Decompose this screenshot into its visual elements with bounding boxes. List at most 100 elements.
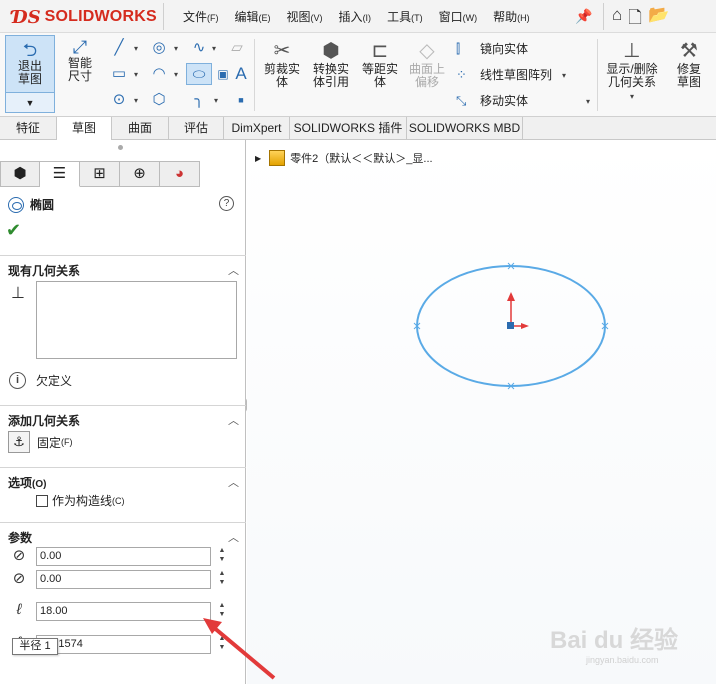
text-icon[interactable]: A [228, 63, 254, 85]
help-icon[interactable]: ? [219, 196, 234, 211]
center-y-icon: ⊘ [12, 570, 26, 587]
plane-icon[interactable]: ▱ [224, 37, 250, 59]
center-x-input[interactable] [36, 546, 211, 566]
status-row: i 欠定义 [9, 372, 72, 389]
center-y-input[interactable] [36, 569, 211, 589]
trim-icon: ✂ [273, 40, 291, 62]
solidworks-logo[interactable]: ƊS SOLIDWORKS [12, 6, 157, 28]
chevron-down-icon[interactable]: ▼ [6, 92, 54, 112]
pin-icon[interactable]: 📌 [575, 8, 592, 25]
spinner-icon[interactable]: ▲ ▼ [216, 546, 228, 564]
display-relations-button[interactable]: ⊥ 显示/删除几何关系 ▾ [603, 39, 661, 103]
sketch-canvas[interactable] [247, 140, 716, 684]
display-manager-tab[interactable]: ◕ [160, 161, 200, 187]
radius2-input[interactable] [36, 634, 211, 654]
title-bar: ƊS SOLIDWORKS 文件(F) 编辑(E) 视图(V) 插入(I) 工具… [0, 0, 716, 33]
mirror-icon: ⫿ [456, 40, 461, 56]
menu-help[interactable]: 帮助(H) [485, 8, 538, 25]
menu-edit[interactable]: 编辑(E) [227, 8, 279, 25]
menu-bar: 文件(F) 编辑(E) 视图(V) 插入(I) 工具(T) 窗口(W) 帮助(H… [175, 0, 538, 33]
repair-sketch-button[interactable]: ⚒ 修复草图 [665, 39, 713, 89]
chevron-down-icon[interactable]: ▾ [134, 96, 138, 105]
polygon-icon[interactable]: ⬡ [146, 89, 172, 111]
chevron-down-icon[interactable]: ▾ [134, 44, 138, 53]
tab-evaluate[interactable]: 评估 [169, 117, 224, 140]
smart-dimension-button[interactable]: ⤢ 智能尺寸 [58, 37, 102, 83]
menu-insert[interactable]: 插入(I) [331, 8, 380, 25]
tab-mbd[interactable]: SOLIDWORKS MBD [407, 117, 523, 140]
offset-on-surface-button[interactable]: ◇ 曲面上偏移 [403, 39, 451, 89]
menu-file[interactable]: 文件(F) [175, 8, 227, 25]
trim-entities-button[interactable]: ✂ 剪裁实体 [258, 39, 306, 89]
tab-surfaces[interactable]: 曲面 [112, 117, 169, 140]
line-icon[interactable]: ╱ [106, 37, 132, 59]
divider [597, 39, 598, 111]
chevron-down-icon[interactable]: ▾ [174, 44, 178, 53]
tab-addins[interactable]: SOLIDWORKS 插件 [290, 117, 407, 140]
tab-features[interactable]: 特征 [0, 117, 57, 140]
anchor-icon: ⚓ [8, 431, 30, 453]
exit-sketch-button[interactable]: ⮌ 退出草图 ▼ [5, 35, 55, 113]
ellipse-icon[interactable]: ⬭ [186, 63, 212, 85]
chevron-down-icon[interactable]: ▾ [134, 70, 138, 79]
center-x-icon: ⊘ [12, 547, 26, 564]
collapse-icon[interactable]: ︿ [228, 529, 239, 545]
slot-icon[interactable]: ⊙ [106, 89, 132, 111]
quick-access-toolbar: ⌂ 🗋 📂 [612, 5, 669, 34]
chevron-down-icon[interactable]: ▾ [212, 44, 216, 53]
offset-icon: ⊏ [371, 40, 389, 62]
menu-tools[interactable]: 工具(T) [379, 8, 431, 25]
fix-relation-button[interactable]: ⚓ 固定 (F) [8, 431, 73, 453]
circle-icon[interactable]: ◎ [146, 37, 172, 59]
new-document-icon[interactable]: 🗋 [628, 5, 642, 34]
linear-pattern-button[interactable]: ⁘ 线性草图阵列 [456, 66, 552, 83]
spinner-icon[interactable]: ▲ ▼ [216, 634, 228, 652]
chevron-down-icon[interactable]: ▾ [630, 92, 634, 101]
collapse-icon[interactable]: ︿ [228, 474, 239, 490]
graphics-area[interactable]: ▶ 零件2（默认＜＜默认＞_显... Bai du 经验 jingyan.bai… [247, 140, 716, 684]
checkbox[interactable] [36, 494, 48, 507]
smart-dimension-icon: ⤢ [72, 37, 88, 57]
construction-checkbox[interactable]: 作为构造线 (C) [36, 492, 125, 509]
ellipse-icon [8, 196, 24, 213]
mirror-entities-button[interactable]: ⫿ 镜向实体 [456, 40, 528, 57]
spline-icon[interactable]: ∿ [186, 37, 212, 59]
collapse-icon[interactable]: ︿ [228, 412, 239, 428]
convert-entities-button[interactable]: ⬢ 转换实体引用 [307, 39, 355, 89]
spinner-icon[interactable]: ▲ ▼ [216, 569, 228, 587]
property-manager-tab[interactable]: ☰ [40, 161, 80, 187]
configuration-manager-tab[interactable]: ⊞ [80, 161, 120, 187]
open-icon[interactable]: 📂 [648, 5, 669, 34]
center-x-row: ⊘ ▲▼ [8, 546, 225, 566]
feature-manager-tab[interactable]: ⬢ [0, 161, 40, 187]
tab-sketch[interactable]: 草图 [57, 117, 112, 140]
radius-icon: ℓ [16, 601, 22, 618]
chevron-down-icon[interactable]: ▾ [214, 96, 218, 105]
menu-window[interactable]: 窗口(W) [431, 8, 486, 25]
fillet-icon[interactable]: ╮ [186, 89, 212, 111]
panel-grip[interactable] [118, 145, 123, 150]
command-manager: ⮌ 退出草图 ▼ ⤢ 智能尺寸 ╱ ▾ ◎ ▾ ∿ ▾ ▱ ▭ ▾ ◠ ▾ ⬭ … [0, 33, 716, 117]
ok-checkmark-icon[interactable]: ✔ [6, 220, 21, 241]
color-wheel-icon: ◕ [174, 165, 185, 182]
command-tabs: 特征 草图 曲面 评估 DimXpert SOLIDWORKS 插件 SOLID… [0, 117, 716, 140]
collapse-icon[interactable]: ︿ [228, 262, 239, 278]
move-entities-button[interactable]: ⤡ 移动实体 [456, 92, 528, 109]
radius1-input[interactable] [36, 601, 211, 621]
divider [603, 3, 604, 30]
watermark: Bai du 经验 jingyan.baidu.com [550, 627, 679, 665]
point-icon[interactable]: ■ [228, 89, 254, 111]
linear-pattern-icon: ⁘ [456, 66, 467, 82]
home-icon[interactable]: ⌂ [612, 5, 622, 34]
spinner-icon[interactable]: ▲ ▼ [216, 601, 228, 619]
chevron-down-icon[interactable]: ▾ [562, 71, 566, 80]
relations-list[interactable] [36, 281, 237, 359]
menu-view[interactable]: 视图(V) [279, 8, 331, 25]
offset-entities-button[interactable]: ⊏ 等距实体 [356, 39, 404, 89]
chevron-down-icon[interactable]: ▾ [174, 70, 178, 79]
tab-dimxpert[interactable]: DimXpert [224, 117, 290, 140]
arc-icon[interactable]: ◠ [146, 63, 172, 85]
dimxpert-manager-tab[interactable]: ⊕ [120, 161, 160, 187]
rectangle-icon[interactable]: ▭ [106, 63, 132, 85]
chevron-down-icon[interactable]: ▾ [586, 97, 590, 106]
